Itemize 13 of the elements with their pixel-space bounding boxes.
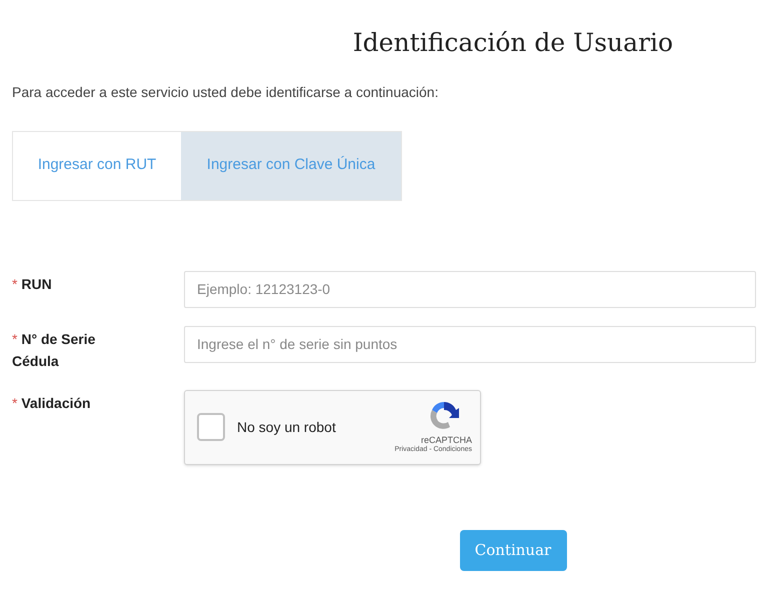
field-label: * Validación: [12, 394, 92, 412]
recaptcha-brand: reCAPTCHA: [420, 435, 472, 446]
text-field[interactable]: Ejemplo: 12123123-0: [184, 270, 756, 308]
field-label: * N° de Serie Cédula: [12, 330, 96, 370]
intro-text: Para acceder a este servicio usted debe identificarse a continuación:: [12, 82, 440, 102]
text-field[interactable]: Ingrese el n° de serie sin puntos: [184, 326, 756, 362]
recaptcha-logo-icon: [428, 399, 460, 431]
page-title: Identificación de Usuario: [352, 27, 674, 59]
captcha-checkbox[interactable]: [197, 413, 225, 441]
field-label: * RUN: [12, 274, 53, 294]
continue-button[interactable]: Continuar: [460, 530, 566, 570]
login-tab[interactable]: Ingresar con Clave Única: [181, 132, 401, 200]
captcha-label: No soy un robot: [237, 418, 336, 437]
